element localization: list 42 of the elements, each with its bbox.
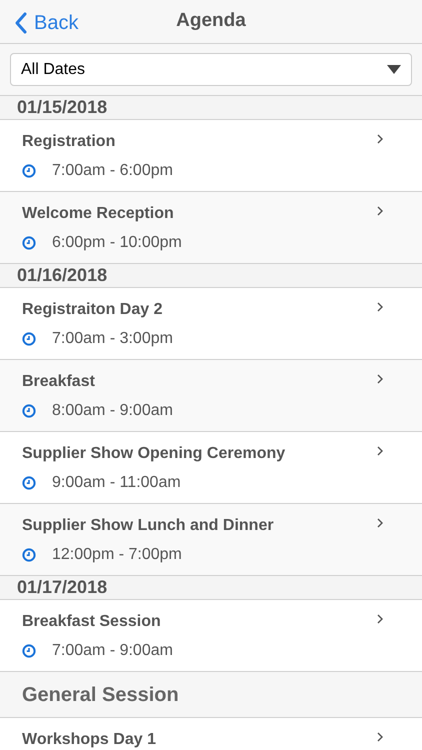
date-header: 01/16/2018 — [0, 264, 422, 288]
clock-icon — [22, 236, 36, 250]
event-title: Workshops Day 1 — [22, 730, 156, 750]
screen-title: Agenda — [176, 9, 246, 34]
agenda-row[interactable]: Supplier Show Lunch and Dinner 12:00pm - 7:00pm — [0, 504, 422, 576]
event-time: 7:00am - 3:00pm — [52, 329, 173, 349]
event-title: Breakfast Session — [22, 612, 162, 632]
chevron-right-icon — [376, 517, 384, 529]
clock-icon — [22, 404, 36, 418]
event-time: 7:00am - 9:00am — [52, 641, 173, 661]
event-title: Supplier Show Lunch and Dinner — [22, 516, 274, 536]
event-title: Welcome Reception — [22, 204, 175, 224]
date-header: 01/15/2018 — [0, 96, 422, 120]
back-chevron-icon — [14, 11, 28, 35]
agenda-row[interactable]: Welcome Reception 6:00pm - 10:00pm — [0, 192, 422, 264]
group-header: General Session — [0, 672, 422, 718]
event-title: Registration — [22, 132, 116, 152]
event-time: 8:00am - 9:00am — [52, 401, 173, 421]
chevron-right-icon — [376, 445, 384, 457]
event-time: 9:00am - 11:00am — [52, 473, 181, 493]
chevron-right-icon — [376, 133, 384, 145]
chevron-right-icon — [376, 205, 384, 217]
back-button[interactable]: Back — [14, 8, 78, 38]
event-title: Registraiton Day 2 — [22, 300, 164, 320]
clock-icon — [22, 548, 36, 562]
clock-icon — [22, 476, 36, 490]
chevron-right-icon — [376, 301, 384, 313]
chevron-right-icon — [376, 731, 384, 743]
event-time: 7:00am - 6:00pm — [52, 161, 173, 181]
dropdown-caret-icon — [387, 65, 401, 74]
chevron-right-icon — [376, 373, 384, 385]
event-title: Supplier Show Opening Ceremony — [22, 444, 286, 464]
date-filter-dropdown[interactable]: All Dates — [10, 53, 412, 86]
chevron-right-icon — [376, 613, 384, 625]
agenda-row[interactable]: Breakfast 8:00am - 9:00am — [0, 360, 422, 432]
date-header: 01/17/2018 — [0, 576, 422, 600]
clock-icon — [22, 164, 36, 178]
clock-icon — [22, 644, 36, 658]
event-title: Breakfast — [22, 372, 96, 392]
clock-icon — [22, 332, 36, 346]
event-time: 6:00pm - 10:00pm — [52, 233, 182, 253]
event-time: 12:00pm - 7:00pm — [52, 545, 182, 565]
